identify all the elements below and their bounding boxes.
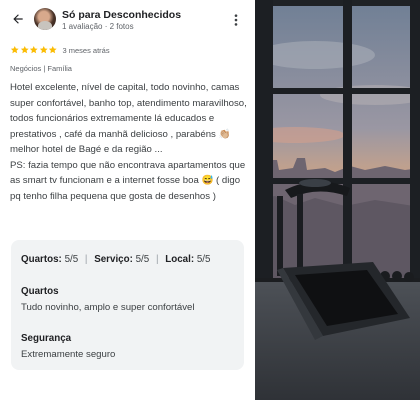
- star-icon: [20, 46, 29, 54]
- rooms-score-value: 5/5: [64, 254, 79, 265]
- review-text: Hotel excelente, nível de capital, todo …: [10, 80, 248, 204]
- review-photo-image: [255, 0, 420, 400]
- more-vert-icon: [234, 14, 238, 26]
- author-meta: 1 avaliação · 2 fotos: [62, 22, 134, 31]
- back-button[interactable]: [8, 9, 28, 29]
- rooms-attribute-comment: Tudo novinho, amplo e super confortável: [21, 302, 195, 313]
- author-name[interactable]: Só para Desconhecidos: [62, 9, 181, 21]
- score-divider: |: [84, 254, 88, 265]
- more-options-button[interactable]: [228, 10, 244, 30]
- rooms-score-label: Quartos:: [21, 254, 62, 265]
- rating-row: 3 meses atrás: [10, 44, 110, 56]
- attributes-card: Quartos: 5/5 | Serviço: 5/5 | Local: 5/5…: [11, 240, 244, 370]
- star-icon: [39, 46, 48, 54]
- safety-attribute-title: Segurança: [21, 333, 72, 344]
- service-score-value: 5/5: [135, 254, 150, 265]
- location-score-value: 5/5: [196, 254, 211, 265]
- star-icon: [48, 46, 57, 54]
- review-time: 3 meses atrás: [62, 45, 110, 55]
- service-score-label: Serviço:: [94, 254, 133, 265]
- score-divider: |: [155, 254, 159, 265]
- review-paragraph-2: PS: fazia tempo que não encontrava apart…: [10, 159, 246, 202]
- trip-tags: Negócios | Família: [10, 64, 72, 73]
- star-icon: [10, 46, 19, 54]
- avatar[interactable]: [34, 8, 56, 30]
- attribute-scores: Quartos: 5/5 | Serviço: 5/5 | Local: 5/5: [21, 254, 210, 265]
- review-header: Só para Desconhecidos 1 avaliação · 2 fo…: [0, 0, 255, 38]
- location-score-label: Local:: [165, 254, 195, 265]
- rooms-attribute-title: Quartos: [21, 286, 59, 297]
- safety-attribute-comment: Extremamente seguro: [21, 349, 116, 360]
- review-paragraph-1: Hotel excelente, nível de capital, todo …: [10, 82, 247, 155]
- review-photo[interactable]: [255, 0, 420, 400]
- star-icon: [29, 46, 38, 54]
- star-rating: [10, 45, 58, 55]
- review-pane: Só para Desconhecidos 1 avaliação · 2 fo…: [0, 0, 255, 400]
- back-arrow-icon: [13, 14, 23, 24]
